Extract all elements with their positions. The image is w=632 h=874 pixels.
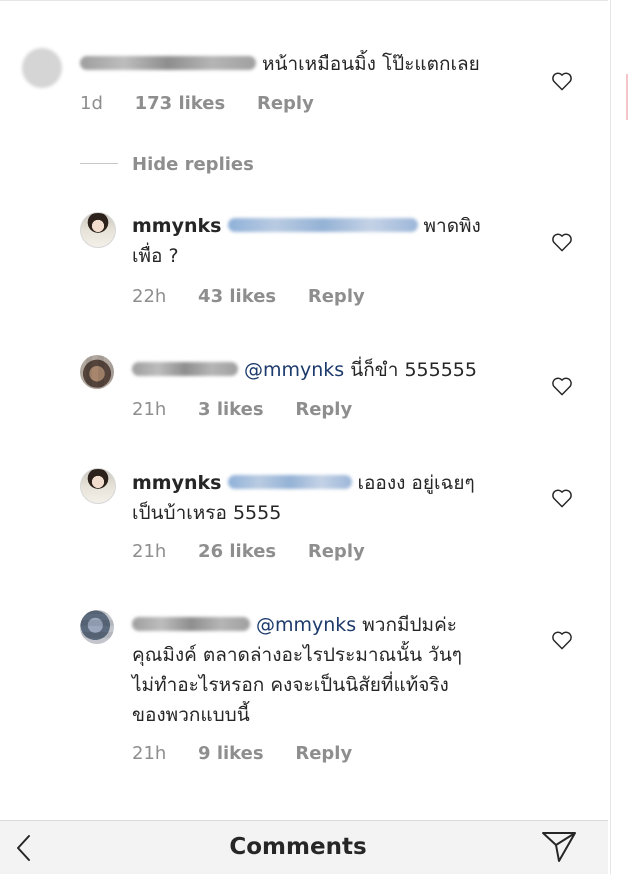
reply-meta: 21h 9 likes Reply xyxy=(132,743,378,764)
reply-text: mmynks เอองง อยู่เฉยๆ เป็นบ้าเหรอ 5555 xyxy=(132,468,532,528)
reply-button[interactable]: Reply xyxy=(295,399,352,420)
reply-body-line4: ของพวกแบบนี้ xyxy=(132,704,250,726)
comment-time: 1d xyxy=(80,93,103,114)
like-heart-icon[interactable] xyxy=(551,232,573,252)
avatar[interactable] xyxy=(80,610,114,644)
reply-mention[interactable]: @mmynks xyxy=(244,359,344,381)
blurred-mention[interactable] xyxy=(227,474,352,489)
edge-accent xyxy=(626,74,628,120)
avatar[interactable] xyxy=(80,468,116,504)
reply-time: 22h xyxy=(132,286,167,307)
reply-button[interactable]: Reply xyxy=(295,743,352,764)
reply-button[interactable]: Reply xyxy=(308,286,365,307)
like-heart-icon[interactable] xyxy=(551,71,573,91)
like-heart-icon[interactable] xyxy=(551,376,573,396)
reply-meta: 22h 43 likes Reply xyxy=(132,286,391,307)
reply-body: นี่ก็ขำ 555555 xyxy=(350,359,477,381)
reply-text: @mmynks พวกมีปมค่ะ คุณมิงค์ ตลาดล่างอะไร… xyxy=(132,610,542,730)
reply-body: เอองง อยู่เฉยๆ xyxy=(357,472,475,494)
reply-body-line2: เพื่อ ? xyxy=(132,245,179,267)
avatar[interactable] xyxy=(80,355,114,389)
blurred-username[interactable] xyxy=(80,55,256,70)
bottom-bar: Comments xyxy=(0,820,608,874)
send-icon[interactable] xyxy=(540,829,578,865)
reply-username[interactable]: mmynks xyxy=(132,215,221,237)
reply-body-line3: ไม่ทำอะไรหรอก คงจะเป็นนิสัยที่แท้จริง xyxy=(132,674,449,696)
reply-time: 21h xyxy=(132,399,167,420)
avatar[interactable] xyxy=(80,212,116,248)
comment-text: หน้าเหมือนมิ้ง โป๊ะแตกเลย xyxy=(80,49,540,79)
like-heart-icon[interactable] xyxy=(551,630,573,650)
reply-likes[interactable]: 43 likes xyxy=(198,286,276,307)
reply-likes[interactable]: 26 likes xyxy=(198,541,276,562)
reply-text: mmynks พาดพิง เพื่อ ? xyxy=(132,211,532,271)
blurred-username[interactable] xyxy=(132,616,250,631)
edge-divider xyxy=(610,0,611,874)
reply-text: @mmynks นี่ก็ขำ 555555 xyxy=(132,355,542,385)
reply-mention[interactable]: @mmynks xyxy=(256,614,356,636)
reply-username[interactable]: mmynks xyxy=(132,472,221,494)
reply-meta: 21h 26 likes Reply xyxy=(132,541,391,562)
blurred-username[interactable] xyxy=(132,361,238,376)
avatar[interactable] xyxy=(22,48,62,88)
comments-screen: หน้าเหมือนมิ้ง โป๊ะแตกเลย 1d 173 likes R… xyxy=(0,0,632,874)
reply-likes[interactable]: 9 likes xyxy=(198,743,264,764)
reply-body-line2: คุณมิงค์ ตลาดล่างอะไรประมาณนั้น วันๆ xyxy=(132,644,463,666)
blurred-mention[interactable] xyxy=(227,217,418,232)
reply-button[interactable]: Reply xyxy=(308,541,365,562)
like-heart-icon[interactable] xyxy=(551,488,573,508)
hide-replies-label[interactable]: Hide replies xyxy=(132,154,254,175)
reply-body: พวกมีปมค่ะ xyxy=(362,614,457,636)
reply-meta: 21h 3 likes Reply xyxy=(132,399,378,420)
hide-replies-line xyxy=(80,163,118,164)
reply-likes[interactable]: 3 likes xyxy=(198,399,264,420)
page-title: Comments xyxy=(229,834,367,860)
comment-likes[interactable]: 173 likes xyxy=(135,93,226,114)
reply-body: พาดพิง xyxy=(423,215,481,237)
top-divider xyxy=(0,0,608,1)
comment-body: หน้าเหมือนมิ้ง โป๊ะแตกเลย xyxy=(262,53,480,75)
reply-body-line2: เป็นบ้าเหรอ 5555 xyxy=(132,502,282,524)
reply-time: 21h xyxy=(132,743,167,764)
reply-button[interactable]: Reply xyxy=(257,93,314,114)
reply-time: 21h xyxy=(132,541,167,562)
comment-meta: 1d 173 likes Reply xyxy=(80,93,340,114)
